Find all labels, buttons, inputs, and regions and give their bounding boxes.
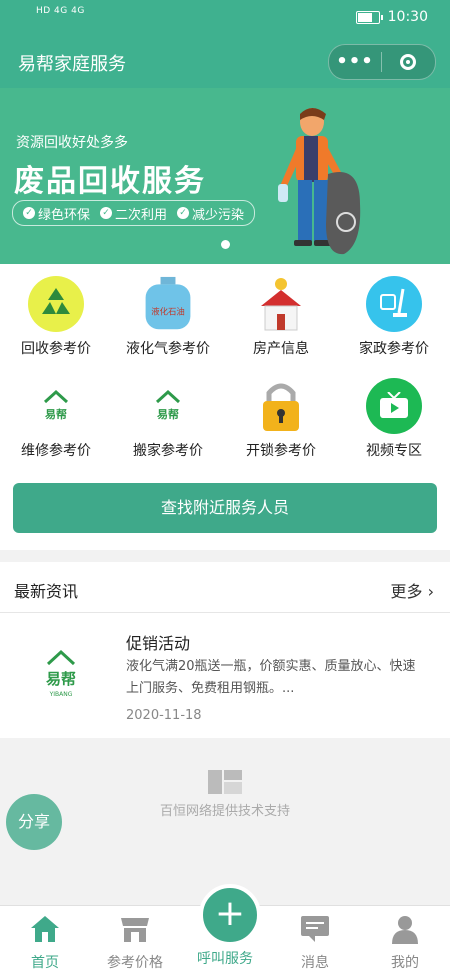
grid-label: 开锁参考价 bbox=[246, 443, 316, 459]
grid-item-repair[interactable]: 易帮 维修参考价 bbox=[0, 378, 112, 460]
check-icon: ✓ bbox=[100, 207, 113, 219]
tech-support: 百恒网络提供技术支持 bbox=[0, 768, 450, 819]
check-icon: ✓ bbox=[177, 207, 190, 219]
banner-pills: ✓ 绿色环保 ✓ 二次利用 ✓ 减少污染 bbox=[12, 200, 256, 226]
target-icon[interactable] bbox=[382, 54, 434, 70]
grid-item-gas[interactable]: 液化石油 液化气参考价 bbox=[112, 276, 224, 358]
more-label: 更多 bbox=[390, 582, 423, 601]
more-dots-icon[interactable]: ••• bbox=[329, 45, 381, 79]
padlock-icon bbox=[253, 378, 309, 434]
news-header: 最新资讯 更多 › bbox=[0, 562, 450, 613]
tab-mine[interactable]: 我的 bbox=[360, 906, 450, 972]
svg-text:易帮: 易帮 bbox=[45, 407, 67, 421]
store-icon bbox=[121, 918, 149, 942]
battery-icon bbox=[355, 10, 383, 24]
grid-label: 回收参考价 bbox=[21, 341, 91, 357]
grid-label: 视频专区 bbox=[366, 443, 422, 459]
company-logo-icon bbox=[208, 770, 242, 794]
grid-label: 家政参考价 bbox=[359, 341, 429, 357]
svg-text:液化石油: 液化石油 bbox=[151, 306, 185, 316]
tab-label: 呼叫服务 bbox=[197, 951, 253, 967]
chevron-right-icon: › bbox=[427, 582, 434, 601]
tab-home[interactable]: 首页 bbox=[0, 906, 90, 972]
home-icon bbox=[31, 916, 59, 942]
news-section: 最新资讯 更多 › 易帮 YIBANG 促销活动 液化气满20瓶送一瓶，价额实惠、… bbox=[0, 562, 450, 738]
tab-label: 首页 bbox=[31, 955, 59, 971]
news-title: 最新资讯 bbox=[14, 582, 79, 601]
grid-item-unlock[interactable]: 开锁参考价 bbox=[225, 378, 337, 460]
gas-tank-icon: 液化石油 bbox=[140, 276, 196, 332]
plus-icon[interactable]: + bbox=[199, 884, 261, 946]
svg-text:易帮: 易帮 bbox=[46, 670, 76, 688]
cleaning-icon bbox=[366, 276, 422, 332]
tab-label: 参考价格 bbox=[107, 955, 163, 971]
recycle-icon bbox=[28, 276, 84, 332]
grid-item-recycle[interactable]: 回收参考价 bbox=[0, 276, 112, 358]
support-text: 百恒网络提供技术支持 bbox=[159, 804, 290, 819]
tab-label: 消息 bbox=[301, 955, 329, 971]
tab-messages[interactable]: 消息 bbox=[270, 906, 360, 972]
grid-label: 维修参考价 bbox=[21, 443, 91, 459]
news-item-title[interactable]: 促销活动 bbox=[126, 630, 190, 654]
signal-indicators: HD 4G 4G bbox=[36, 6, 85, 16]
check-icon: ✓ bbox=[23, 207, 35, 219]
banner[interactable]: 资源回收好处多多 废品回收服务 ✓ 绿色环保 ✓ 二次利用 ✓ 减少污染 bbox=[0, 88, 450, 264]
yibang-logo-icon: 易帮 bbox=[28, 378, 84, 434]
grid-item-moving[interactable]: 易帮 搬家参考价 bbox=[112, 378, 224, 460]
svg-text:YIBANG: YIBANG bbox=[49, 691, 73, 698]
news-item-date: 2020-11-18 bbox=[126, 708, 202, 723]
share-button[interactable]: 分享 bbox=[6, 794, 62, 850]
tab-label: 我的 bbox=[391, 955, 419, 971]
news-item-logo: 易帮 YIBANG bbox=[40, 648, 82, 704]
message-icon bbox=[301, 916, 329, 942]
banner-pill: 减少污染 bbox=[192, 207, 245, 223]
user-icon bbox=[392, 916, 418, 944]
find-nearby-button[interactable]: 查找附近服务人员 bbox=[13, 483, 437, 533]
tab-prices[interactable]: 参考价格 bbox=[90, 906, 180, 972]
app-header: 易帮家庭服务 ••• bbox=[0, 36, 450, 88]
news-item-desc: 液化气满20瓶送一瓶，价额实惠、质量放心、快速上门服务、免费租用钢瓶。... bbox=[126, 659, 416, 696]
grid-label: 液化气参考价 bbox=[126, 341, 210, 357]
banner-pill: 二次利用 bbox=[115, 207, 168, 223]
banner-pill: 绿色环保 bbox=[38, 207, 91, 223]
status-time: 10:30 bbox=[387, 9, 428, 25]
recycling-person-illustration bbox=[278, 108, 361, 255]
banner-headline: 废品回收服务 bbox=[14, 164, 206, 199]
grid-label: 搬家参考价 bbox=[133, 443, 203, 459]
grid-item-housekeeping[interactable]: 家政参考价 bbox=[338, 276, 450, 358]
yibang-logo-icon: 易帮 bbox=[140, 378, 196, 434]
more-link[interactable]: 更多 › bbox=[390, 578, 434, 602]
page-title: 易帮家庭服务 bbox=[18, 54, 126, 75]
video-icon bbox=[366, 378, 422, 434]
grid-label: 房产信息 bbox=[253, 341, 309, 357]
tab-bar: 首页 参考价格 呼叫服务 + 消息 我的 bbox=[0, 884, 450, 976]
grid-item-video[interactable]: 视频专区 bbox=[338, 378, 450, 460]
house-icon bbox=[253, 276, 309, 332]
find-button-section: 查找附近服务人员 bbox=[0, 480, 450, 550]
grid-item-house[interactable]: 房产信息 bbox=[225, 276, 337, 358]
svg-text:易帮: 易帮 bbox=[157, 407, 179, 421]
status-bar: HD 4G 4G 10:30 bbox=[0, 0, 450, 36]
banner-tag: 资源回收好处多多 bbox=[16, 135, 128, 151]
carousel-dot[interactable] bbox=[221, 240, 230, 249]
service-grid: 回收参考价 液化石油 液化气参考价 房产信息 家政参考价 易帮 维修参考价 易帮… bbox=[0, 264, 450, 480]
miniprogram-capsule: ••• bbox=[328, 44, 436, 80]
